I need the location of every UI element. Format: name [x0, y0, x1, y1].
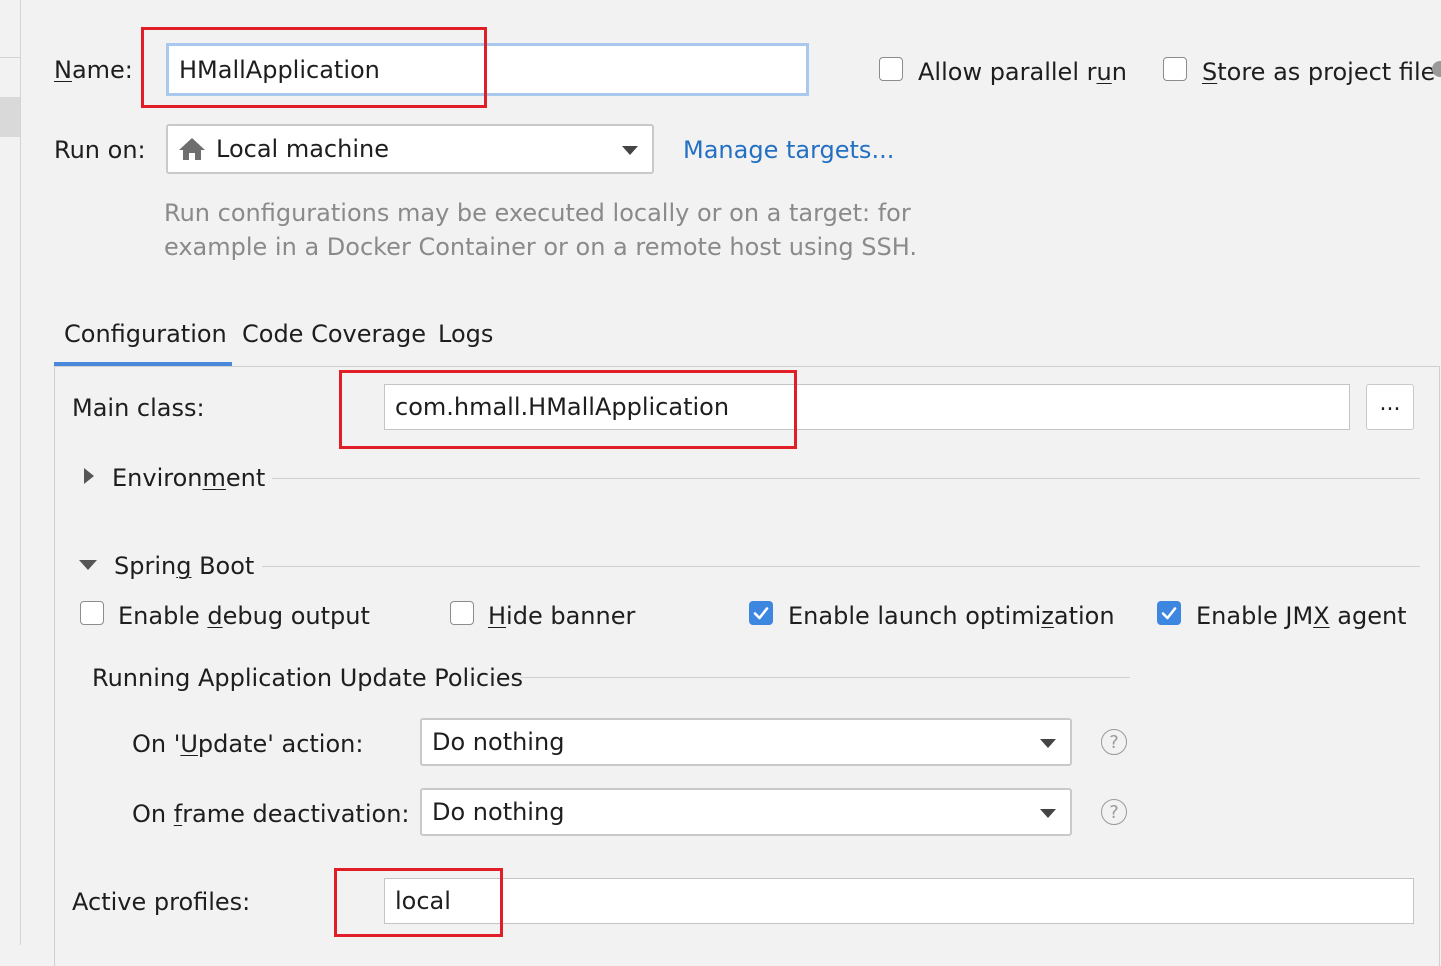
on-frame-deactivation-value: Do nothing: [432, 798, 565, 826]
main-class-browse-button[interactable]: ...: [1366, 384, 1414, 430]
enable-debug-output-label[interactable]: Enable debug output: [118, 604, 370, 628]
enable-jmx-agent-checkbox[interactable]: [1157, 601, 1181, 625]
help-glyph: ?: [1109, 801, 1119, 823]
name-label: Name:: [54, 56, 133, 84]
chevron-down-icon: [1040, 809, 1056, 818]
help-icon[interactable]: ?: [1101, 729, 1127, 755]
enable-launch-optimization-checkbox[interactable]: [749, 601, 773, 625]
left-sidebar-edge: [0, 0, 21, 945]
environment-separator: [272, 478, 1420, 479]
spring-boot-section-label[interactable]: Spring Boot: [114, 554, 254, 578]
hide-banner-checkbox[interactable]: [450, 601, 474, 625]
help-glyph: ?: [1109, 731, 1119, 753]
allow-parallel-run-label[interactable]: Allow parallel run: [918, 60, 1127, 84]
hint-line-1: Run configurations may be executed local…: [164, 199, 911, 227]
run-on-combobox[interactable]: Local machine: [166, 124, 654, 174]
enable-jmx-agent-label[interactable]: Enable JMX agent: [1196, 604, 1407, 628]
expand-arrow-icon[interactable]: [84, 468, 94, 484]
hide-banner-label[interactable]: Hide banner: [488, 604, 635, 628]
on-update-action-combobox[interactable]: Do nothing: [420, 718, 1072, 766]
collapse-arrow-icon[interactable]: [79, 560, 97, 570]
enable-debug-output-checkbox[interactable]: [80, 601, 104, 625]
chevron-down-icon: [622, 146, 638, 155]
home-icon: [179, 138, 205, 160]
run-on-value: Local machine: [216, 135, 389, 163]
hint-line-2: example in a Docker Container or on a re…: [164, 233, 917, 261]
tab-code-coverage[interactable]: Code Coverage: [242, 322, 426, 346]
run-on-hint: Run configurations may be executed local…: [164, 196, 917, 264]
update-policies-title: Running Application Update Policies: [92, 664, 524, 692]
sidebar-divider: [0, 57, 20, 58]
active-profiles-label: Active profiles:: [72, 888, 251, 916]
sidebar-selected-item[interactable]: [0, 97, 20, 137]
help-icon[interactable]: ?: [1101, 799, 1127, 825]
check-icon: [753, 607, 769, 620]
on-frame-deactivation-label: On frame deactivation:: [132, 800, 410, 828]
store-as-project-file-label[interactable]: Store as project file: [1202, 60, 1435, 84]
tab-configuration[interactable]: Configuration: [64, 322, 227, 346]
enable-launch-optimization-label[interactable]: Enable launch optimization: [788, 604, 1115, 628]
on-frame-deactivation-combobox[interactable]: Do nothing: [420, 788, 1072, 836]
tab-logs[interactable]: Logs: [438, 322, 493, 346]
highlight-active-profiles: [334, 868, 503, 937]
run-on-label: Run on:: [54, 136, 146, 164]
check-icon: [1161, 607, 1177, 620]
on-update-action-value: Do nothing: [432, 728, 565, 756]
spring-boot-separator: [262, 566, 1420, 567]
allow-parallel-run-checkbox[interactable]: [879, 57, 903, 81]
environment-section-label[interactable]: Environment: [112, 466, 265, 490]
update-policies-separator: [520, 677, 1130, 678]
highlight-main-class: [339, 370, 797, 449]
active-profiles-input[interactable]: local: [384, 878, 1414, 924]
gear-icon[interactable]: [1432, 61, 1441, 77]
main-class-label: Main class:: [72, 394, 205, 422]
manage-targets-link[interactable]: Manage targets...: [683, 138, 894, 162]
chevron-down-icon: [1040, 739, 1056, 748]
highlight-name: [141, 27, 487, 108]
browse-button-label: ...: [1379, 391, 1401, 416]
on-update-action-label: On 'Update' action:: [132, 730, 364, 758]
store-as-project-file-checkbox[interactable]: [1163, 57, 1187, 81]
